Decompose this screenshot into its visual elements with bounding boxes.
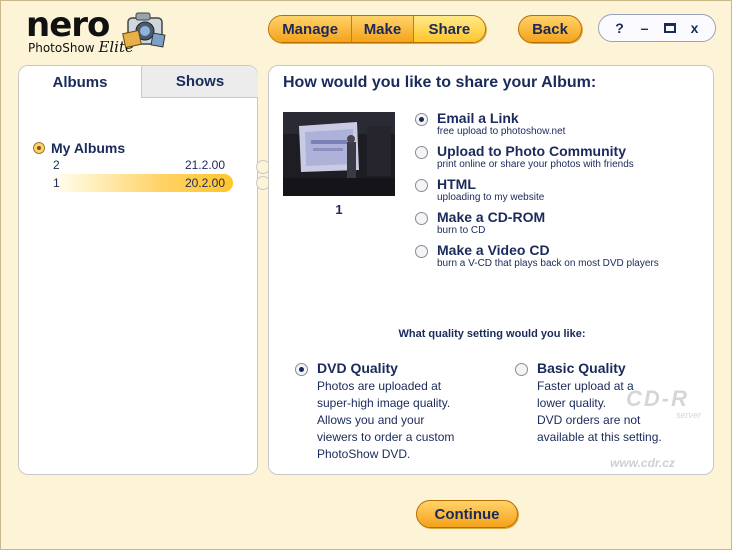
tab-albums[interactable]: Albums — [19, 66, 141, 98]
radio-html[interactable] — [415, 179, 428, 192]
radio-video-cd[interactable] — [415, 245, 428, 258]
logo-brand: nero — [26, 5, 110, 45]
option-title: Make a CD-ROM — [437, 209, 546, 225]
quality-desc-line: viewers to order a custom — [317, 430, 455, 444]
album-thumbnail[interactable] — [283, 112, 395, 196]
window-controls: ? – x — [598, 14, 716, 42]
option-desc: burn a V-CD that plays back on most DVD … — [437, 258, 659, 269]
quality-desc: Photos are uploaded at super-high image … — [317, 378, 454, 463]
watermark-logo: CD-R — [626, 386, 689, 411]
tree-root-label: My Albums — [51, 140, 126, 156]
cdr-watermark: CD-R server www.cdr.cz — [604, 386, 714, 476]
album-name: 1 — [53, 176, 60, 190]
quality-desc-line: Allows you and your — [317, 413, 425, 427]
share-button[interactable]: Share — [413, 16, 485, 42]
help-button[interactable]: ? — [610, 20, 630, 36]
make-button[interactable]: Make — [352, 16, 414, 42]
manage-button[interactable]: Manage — [269, 16, 353, 42]
radio-basic-quality[interactable] — [515, 363, 528, 376]
minimize-button[interactable]: – — [635, 20, 655, 36]
thumbnail-caption: 1 — [335, 202, 343, 217]
presentation-photo — [283, 112, 395, 196]
option-desc: burn to CD — [437, 225, 486, 236]
radio-photo-community[interactable] — [415, 146, 428, 159]
radio-dvd-quality[interactable] — [295, 363, 308, 376]
option-title: Make a Video CD — [437, 242, 550, 258]
option-cd-rom[interactable]: Make a CD-ROM burn to CD — [415, 209, 545, 237]
back-button[interactable]: Back — [518, 15, 582, 43]
main-nav: Manage Make Share — [268, 15, 486, 43]
album-name: 2 — [53, 158, 60, 172]
camera-icon — [122, 12, 166, 49]
quality-title: Basic Quality — [537, 360, 626, 376]
option-title: Email a Link — [437, 110, 519, 126]
radio-cd-rom[interactable] — [415, 212, 428, 225]
album-date: 21.2.00 — [184, 158, 225, 172]
quality-desc-line: Photos are uploaded at — [317, 379, 442, 393]
option-desc: print online or share your photos with f… — [437, 159, 634, 170]
quality-desc-line: super-high image quality. — [317, 396, 451, 410]
maximize-button[interactable] — [660, 20, 680, 36]
option-email-link[interactable]: Email a Link free upload to photoshow.ne… — [415, 110, 565, 138]
tab-shows[interactable]: Shows — [141, 66, 258, 98]
watermark-url: www.cdr.cz — [610, 456, 675, 470]
option-desc: free upload to photoshow.net — [437, 126, 566, 137]
album-row-selected[interactable]: 1 20.2.00 — [47, 174, 233, 192]
continue-button[interactable]: Continue — [416, 500, 518, 528]
watermark-sub: server — [676, 410, 702, 420]
nero-photoshow-logo: nero PhotoShow Elite — [26, 8, 171, 58]
quality-title: DVD Quality — [317, 360, 398, 376]
album-date: 20.2.00 — [184, 176, 225, 190]
maximize-icon — [663, 23, 676, 33]
close-button[interactable]: x — [685, 20, 705, 36]
option-title: HTML — [437, 176, 476, 192]
option-photo-community[interactable]: Upload to Photo Community print online o… — [415, 143, 634, 171]
option-dvd-quality[interactable]: DVD Quality Photos are uploaded at super… — [295, 360, 454, 463]
option-desc: uploading to my website — [437, 192, 545, 203]
quality-question: What quality setting would you like: — [398, 328, 586, 340]
option-html[interactable]: HTML uploading to my website — [415, 176, 544, 204]
option-title: Upload to Photo Community — [437, 143, 626, 159]
album-row[interactable]: 2 21.2.00 — [47, 156, 233, 174]
album-folder-icon — [33, 142, 45, 154]
radio-email-link[interactable] — [415, 113, 428, 126]
logo-product: PhotoShow Elite — [28, 38, 134, 56]
logo-product-name: PhotoShow — [28, 41, 95, 55]
tree-my-albums[interactable]: My Albums — [33, 140, 125, 156]
option-video-cd[interactable]: Make a Video CD burn a V-CD that plays b… — [415, 242, 659, 270]
albums-panel: Albums Shows My Albums 2 21.2.00 1 20.2.… — [18, 65, 258, 475]
quality-desc-line: PhotoShow DVD. — [317, 447, 411, 461]
share-question: How would you like to share your Album: — [283, 74, 597, 91]
